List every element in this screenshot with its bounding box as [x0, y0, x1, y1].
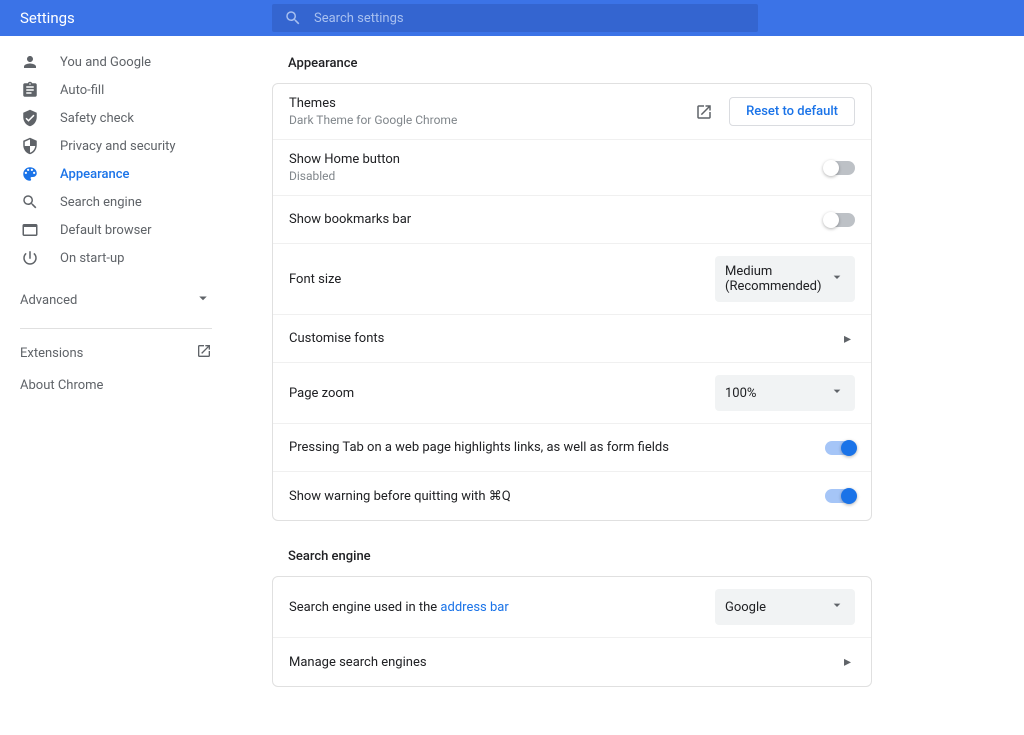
search-engine-used-row: Search engine used in the address bar Go…: [273, 577, 871, 638]
sidebar-item-label: Default browser: [60, 223, 152, 238]
search-input[interactable]: [314, 11, 746, 26]
bookmarks-bar-toggle[interactable]: [825, 213, 855, 227]
sidebar-item-startup[interactable]: On start-up: [0, 244, 232, 272]
external-link-icon: [196, 343, 212, 363]
chevron-right-icon: ▸: [840, 331, 855, 347]
palette-icon: [20, 164, 40, 184]
manage-search-engines-row[interactable]: Manage search engines ▸: [273, 638, 871, 686]
sidebar-divider: [20, 328, 212, 329]
home-button-toggle[interactable]: [825, 161, 855, 175]
font-size-label: Font size: [289, 272, 341, 287]
sidebar-item-label: Auto-fill: [60, 83, 104, 98]
external-link-icon[interactable]: [695, 103, 713, 121]
font-size-value: Medium (Recommended): [725, 264, 829, 294]
sidebar-item-label: Appearance: [60, 167, 129, 182]
chevron-down-icon: [829, 269, 845, 289]
themes-sublabel: Dark Theme for Google Chrome: [289, 113, 695, 127]
search-engine-select[interactable]: Google: [715, 589, 855, 625]
power-icon: [20, 248, 40, 268]
appearance-card: Themes Dark Theme for Google Chrome Rese…: [272, 83, 872, 521]
security-icon: [20, 136, 40, 156]
search-icon: [284, 9, 302, 27]
home-button-row: Show Home button Disabled: [273, 140, 871, 196]
sidebar-item-appearance[interactable]: Appearance: [0, 160, 232, 188]
chevron-down-icon: [829, 597, 845, 617]
sidebar-item-search-engine[interactable]: Search engine: [0, 188, 232, 216]
customise-fonts-row[interactable]: Customise fonts ▸: [273, 315, 871, 363]
search-box[interactable]: [272, 4, 758, 32]
bookmarks-bar-row: Show bookmarks bar: [273, 196, 871, 244]
assignment-icon: [20, 80, 40, 100]
sidebar-item-privacy[interactable]: Privacy and security: [0, 132, 232, 160]
sidebar-item-label: Search engine: [60, 195, 142, 210]
themes-label: Themes: [289, 96, 695, 111]
sidebar-about[interactable]: About Chrome: [0, 369, 232, 401]
sidebar-extensions[interactable]: Extensions: [0, 337, 232, 369]
page-zoom-row: Page zoom 100%: [273, 363, 871, 424]
sidebar: You and Google Auto-fill Safety check Pr…: [0, 36, 232, 735]
sidebar-extensions-label: Extensions: [20, 346, 83, 361]
search-icon: [20, 192, 40, 212]
address-bar-link[interactable]: address bar: [440, 600, 508, 615]
quit-warning-label: Show warning before quitting with ⌘Q: [289, 489, 511, 504]
page-zoom-select[interactable]: 100%: [715, 375, 855, 411]
tab-highlight-toggle[interactable]: [825, 441, 855, 455]
page-zoom-label: Page zoom: [289, 386, 354, 401]
sidebar-item-label: On start-up: [60, 251, 124, 266]
font-size-row: Font size Medium (Recommended): [273, 244, 871, 315]
manage-search-engines-label: Manage search engines: [289, 655, 427, 670]
person-icon: [20, 52, 40, 72]
customise-fonts-label: Customise fonts: [289, 331, 384, 346]
sidebar-item-safety-check[interactable]: Safety check: [0, 104, 232, 132]
main: Appearance Themes Dark Theme for Google …: [232, 36, 912, 735]
search-engine-title: Search engine: [272, 549, 872, 564]
home-button-label: Show Home button: [289, 152, 825, 167]
search-engine-value: Google: [725, 600, 766, 615]
tab-highlight-label: Pressing Tab on a web page highlights li…: [289, 440, 669, 455]
browser-icon: [20, 220, 40, 240]
appearance-title: Appearance: [272, 56, 872, 71]
search-engine-used-label: Search engine used in the address bar: [289, 600, 509, 615]
chevron-right-icon: ▸: [840, 654, 855, 670]
sidebar-advanced[interactable]: Advanced: [0, 280, 232, 320]
page-zoom-value: 100%: [725, 386, 756, 401]
quit-warning-toggle[interactable]: [825, 489, 855, 503]
header-title: Settings: [20, 9, 272, 27]
sidebar-item-you-and-google[interactable]: You and Google: [0, 48, 232, 76]
sidebar-advanced-label: Advanced: [20, 293, 77, 308]
home-button-sublabel: Disabled: [289, 169, 825, 183]
font-size-select[interactable]: Medium (Recommended): [715, 256, 855, 302]
sidebar-item-autofill[interactable]: Auto-fill: [0, 76, 232, 104]
sidebar-item-label: Privacy and security: [60, 139, 176, 154]
sidebar-about-label: About Chrome: [20, 378, 103, 393]
bookmarks-bar-label: Show bookmarks bar: [289, 212, 411, 227]
search-engine-card: Search engine used in the address bar Go…: [272, 576, 872, 687]
header: Settings: [0, 0, 1024, 36]
quit-warning-row: Show warning before quitting with ⌘Q: [273, 472, 871, 520]
sidebar-item-label: Safety check: [60, 111, 134, 126]
chevron-down-icon: [194, 289, 212, 311]
verified-icon: [20, 108, 40, 128]
sidebar-item-default-browser[interactable]: Default browser: [0, 216, 232, 244]
chevron-down-icon: [829, 383, 845, 403]
tab-highlight-row: Pressing Tab on a web page highlights li…: [273, 424, 871, 472]
reset-theme-button[interactable]: Reset to default: [729, 97, 855, 126]
sidebar-item-label: You and Google: [60, 55, 151, 70]
themes-row: Themes Dark Theme for Google Chrome Rese…: [273, 84, 871, 140]
